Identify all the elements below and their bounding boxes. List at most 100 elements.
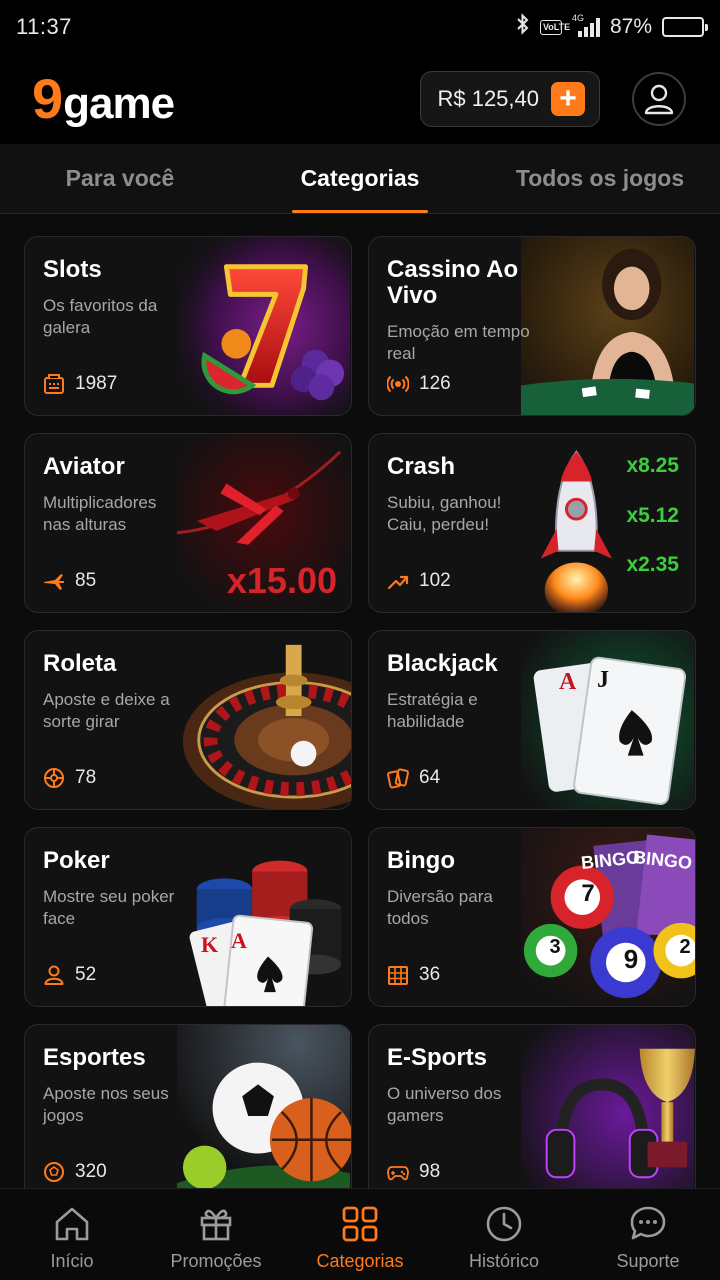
gamepad-icon: [387, 1166, 409, 1181]
nav-label: Promoções: [170, 1251, 262, 1271]
card-count-value: 1987: [75, 373, 118, 394]
nav-label: Histórico: [468, 1251, 539, 1271]
logo-word: game: [63, 79, 175, 128]
nav-item-suporte[interactable]: Suporte: [576, 1189, 720, 1280]
card-title: Cassino Ao Vivo: [387, 256, 519, 310]
logo[interactable]: 9 game: [32, 67, 175, 130]
card-subtitle: Emoção em tempo real: [387, 322, 530, 363]
card-count-value: 126: [419, 373, 451, 394]
card-count-value: 320: [75, 1161, 107, 1182]
card-count: 98: [387, 1161, 440, 1183]
blackjack-card-ace-label: A: [559, 669, 577, 695]
card-title: Poker: [43, 847, 110, 874]
chat-icon: [630, 1206, 666, 1240]
bingo-ball-7: 7: [581, 880, 595, 907]
tab-categorias[interactable]: Categorias: [240, 144, 480, 213]
status-time: 11:37: [16, 14, 72, 39]
card-count: 85: [43, 570, 96, 592]
home-icon: [55, 1207, 89, 1241]
nav-item-categorias[interactable]: Categorias: [288, 1189, 432, 1280]
card-title: E-Sports: [387, 1044, 488, 1071]
card-count-value: 85: [75, 570, 97, 591]
card-subtitle: Mostre seu poker face: [43, 887, 175, 928]
status-bar: 11:37 VoLTE 4G 87%: [0, 0, 720, 54]
nav-item-inicio[interactable]: Início: [0, 1189, 144, 1280]
balance-widget[interactable]: R$ 125,40 +: [420, 71, 600, 127]
profile-button[interactable]: [632, 72, 686, 126]
card-subtitle: Multiplicadores nas alturas: [43, 493, 157, 534]
user-icon: [644, 84, 674, 115]
logo-number: 9: [32, 67, 63, 130]
aviator-multiplier-badge: x15.00: [226, 560, 337, 601]
card-count: 1987: [43, 373, 117, 395]
card-subtitle: Aposte nos seus jogos: [43, 1084, 169, 1125]
card-count: 64: [387, 767, 440, 789]
clock-icon: [486, 1206, 522, 1242]
card-title: Aviator: [43, 453, 125, 480]
airplane-icon: [44, 574, 64, 590]
category-card-e-sports[interactable]: E-Sports O universo dos gamers 98: [368, 1024, 696, 1204]
category-card-cassino-ao-vivo[interactable]: Cassino Ao Vivo Emoção em tempo real 126: [368, 236, 696, 416]
card-title: Roleta: [43, 650, 117, 677]
bingo-ball-2: 2: [679, 936, 691, 958]
blackjack-card-jack-label: J: [597, 667, 609, 693]
category-card-poker[interactable]: K A Poker Mostre seu poker face 52: [24, 827, 352, 1007]
category-tabs: Para você Categorias Todos os jogos: [0, 144, 720, 214]
battery-percent: 87%: [609, 15, 652, 38]
poker-card-king-label: K: [201, 932, 219, 957]
battery-icon: [662, 17, 708, 37]
balance-amount: R$ 125,40: [437, 86, 539, 111]
crash-multiplier-2: x5.12: [626, 504, 679, 527]
card-count: 36: [387, 964, 440, 986]
volte-icon: VoLTE: [539, 19, 570, 35]
card-subtitle: Os favoritos da galera: [43, 296, 158, 337]
slot-machine-icon: [44, 374, 64, 394]
bingo-grid-icon: [388, 966, 408, 985]
soccer-ball-icon: [44, 1162, 64, 1182]
poker-card-ace-label: A: [231, 928, 247, 953]
status-icons: VoLTE 4G 87%: [516, 13, 708, 41]
card-title: Esportes: [43, 1044, 146, 1071]
card-count-value: 102: [419, 570, 451, 591]
category-card-bingo[interactable]: BINGO BINGO 7 3 9 2 Bingo Diversão para …: [368, 827, 696, 1007]
crash-multiplier-1: x8.25: [626, 454, 679, 477]
live-broadcast-icon: [387, 375, 409, 393]
card-subtitle: Estratégia e habilidade: [387, 690, 478, 731]
card-count: 78: [43, 767, 96, 789]
nav-label: Categorias: [316, 1251, 404, 1271]
card-count-value: 52: [75, 964, 97, 985]
card-count-value: 78: [75, 767, 97, 788]
card-count-value: 64: [419, 767, 441, 788]
card-title: Bingo: [387, 847, 455, 874]
category-card-esportes[interactable]: Esportes Aposte nos seus jogos 320: [24, 1024, 352, 1204]
plus-icon[interactable]: +: [551, 82, 585, 116]
nav-label: Suporte: [616, 1251, 680, 1271]
category-card-aviator[interactable]: Aviator Multiplicadores nas alturas x15.…: [24, 433, 352, 613]
app-header: 9 game R$ 125,40 +: [0, 54, 720, 144]
nav-item-promocoes[interactable]: Promoções: [144, 1189, 288, 1280]
cards-icon: [387, 768, 409, 789]
bingo-ball-3: 3: [549, 936, 561, 958]
card-count-value: 36: [419, 964, 441, 985]
category-card-crash[interactable]: x8.25 x5.12 x2.35 Crash Subiu, ganhou! C…: [368, 433, 696, 613]
card-subtitle: Aposte e deixe a sorte girar: [43, 690, 170, 731]
bingo-ball-9: 9: [623, 944, 639, 974]
nav-item-historico[interactable]: Histórico: [432, 1189, 576, 1280]
card-count: 320: [43, 1161, 107, 1183]
card-subtitle: Subiu, ganhou! Caiu, perdeu!: [387, 493, 502, 534]
card-count: 126: [387, 373, 451, 395]
network-type: 4G: [571, 13, 584, 23]
category-card-roleta[interactable]: Roleta Aposte e deixe a sorte girar 78: [24, 630, 352, 810]
card-title: Blackjack: [387, 650, 498, 677]
roulette-icon: [44, 768, 64, 788]
tab-todos-os-jogos[interactable]: Todos os jogos: [480, 144, 720, 213]
tab-para-voce[interactable]: Para você: [0, 144, 240, 213]
card-subtitle: O universo dos gamers: [387, 1084, 502, 1125]
category-card-blackjack[interactable]: A J Blackjack Estratégia e habilidade 64: [368, 630, 696, 810]
card-count-value: 98: [419, 1161, 441, 1182]
signal-icon: 4G: [572, 13, 600, 37]
category-card-slots[interactable]: Slots Os favoritos da galera 1987: [24, 236, 352, 416]
grid-icon: [342, 1206, 378, 1242]
card-count: 102: [387, 570, 451, 592]
nav-label: Início: [50, 1251, 94, 1271]
